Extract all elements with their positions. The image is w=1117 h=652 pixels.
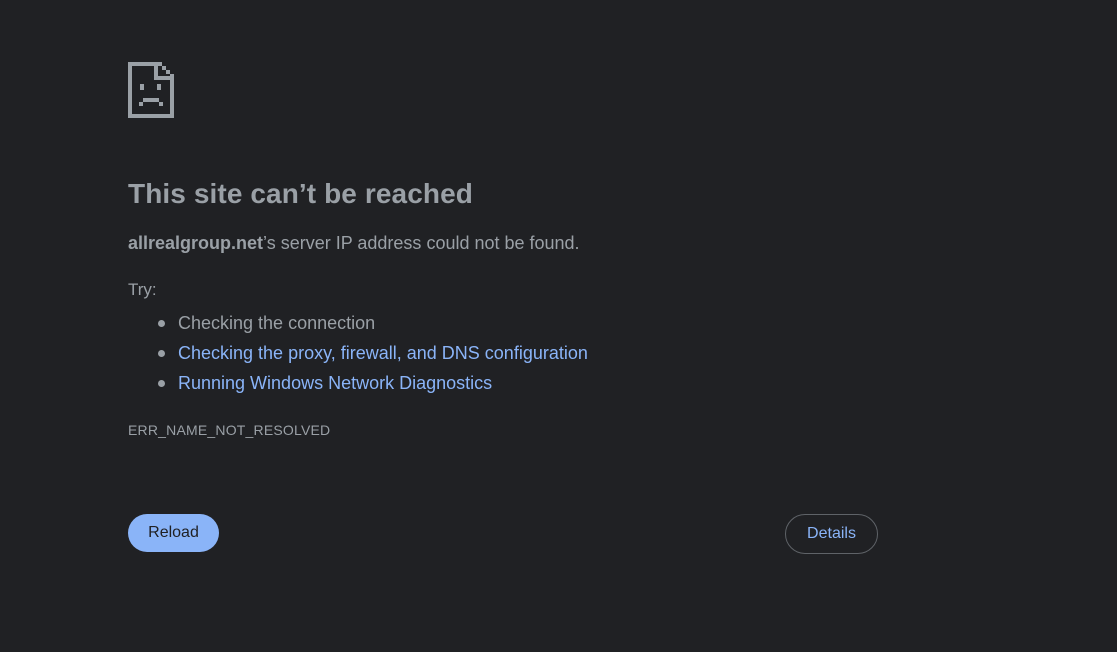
bullet-icon <box>158 350 165 357</box>
bullet-icon <box>158 320 165 327</box>
error-code: ERR_NAME_NOT_RESOLVED <box>128 422 331 438</box>
suggestion-text: Checking the connection <box>178 313 376 333</box>
reload-button[interactable]: Reload <box>128 514 219 552</box>
network-diagnostics-link[interactable]: Running Windows Network Diagnostics <box>178 373 492 393</box>
suggestion-list: Checking the connection Checking the pro… <box>128 308 888 398</box>
details-button[interactable]: Details <box>785 514 878 554</box>
error-content: This site can’t be reached allrealgroup.… <box>128 176 888 440</box>
sad-document-icon <box>128 62 174 118</box>
error-summary: allrealgroup.net’s server IP address cou… <box>128 231 888 255</box>
host-name: allrealgroup.net <box>128 233 264 253</box>
error-page: This site can’t be reached allrealgroup.… <box>0 0 1117 652</box>
bullet-icon <box>158 380 165 387</box>
suggestion-item-connection: Checking the connection <box>128 308 888 338</box>
try-label: Try: <box>128 280 157 299</box>
suggestion-item-diagnostics: Running Windows Network Diagnostics <box>128 368 888 398</box>
proxy-config-link[interactable]: Checking the proxy, firewall, and DNS co… <box>178 343 588 363</box>
summary-text: ’s server IP address could not be found. <box>263 233 580 253</box>
suggestion-item-proxy: Checking the proxy, firewall, and DNS co… <box>128 338 888 368</box>
page-title: This site can’t be reached <box>128 178 473 209</box>
